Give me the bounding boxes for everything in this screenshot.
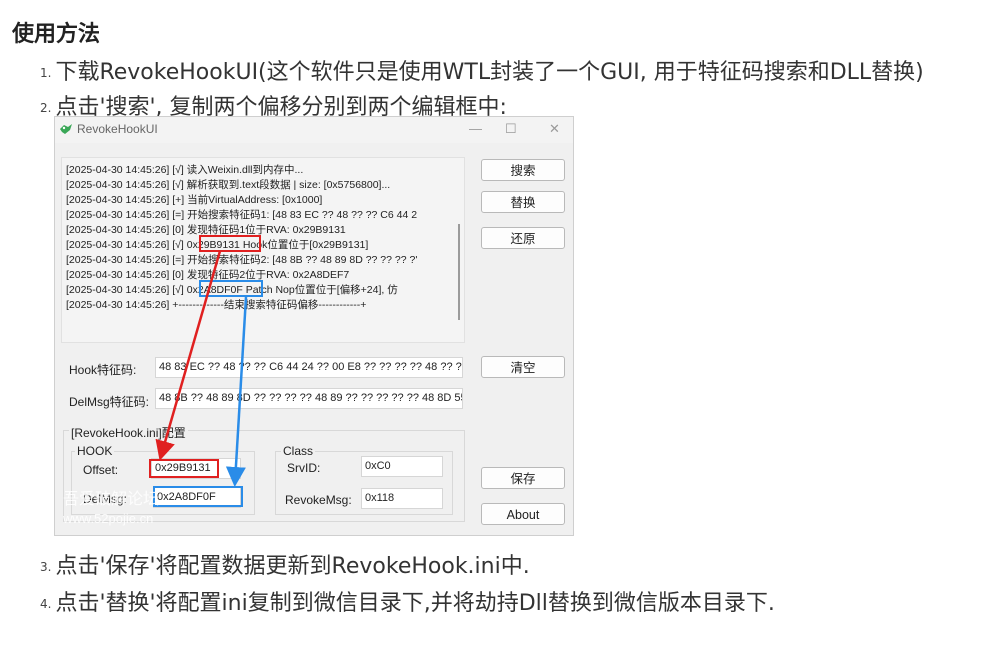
log-line: [2025-04-30 14:45:26] [=] 开始搜索特征码1: [48 … xyxy=(66,209,418,221)
class-group-title: Class xyxy=(281,444,316,458)
clear-button[interactable]: 清空 xyxy=(481,356,565,378)
srvid-label: SrvID: xyxy=(287,461,321,475)
log-line: [2025-04-30 14:45:26] [√] 解析获取到.text段数据 … xyxy=(66,179,391,191)
offset-label: Offset: xyxy=(83,463,119,477)
log-scrollbar[interactable] xyxy=(458,224,460,320)
step-number: 1. xyxy=(40,66,52,80)
hook-signature-label: Hook特征码: xyxy=(69,363,137,377)
section-title: 使用方法 xyxy=(12,22,101,47)
log-line: [2025-04-30 14:45:26] [=] 开始搜索特征码2: [48 … xyxy=(66,254,418,266)
maximize-icon[interactable]: ☐ xyxy=(505,121,517,137)
config-group-title: [RevokeHook.ini]配置 xyxy=(69,424,188,441)
step-text: 点击'保存'将配置数据更新到RevokeHook.ini中. xyxy=(55,554,530,579)
watermark-url: www.52pojie.cn xyxy=(63,511,154,526)
step-1: 1. 下载RevokeHookUI(这个软件只是使用WTL封装了一个GUI, 用于… xyxy=(40,54,924,86)
close-icon[interactable]: ✕ xyxy=(549,121,560,137)
minimize-icon[interactable]: — xyxy=(469,121,482,136)
app-logo-icon xyxy=(60,124,72,134)
window-titlebar[interactable]: RevokeHookUI — ☐ ✕ xyxy=(55,117,573,143)
offset-highlight-red xyxy=(149,459,219,478)
step-3: 3. 点击'保存'将配置数据更新到RevokeHook.ini中. xyxy=(40,548,530,580)
log-output[interactable]: [2025-04-30 14:45:26] [√] 读入Weixin.dll到内… xyxy=(61,157,465,343)
log-line: [2025-04-30 14:45:26] [√] 读入Weixin.dll到内… xyxy=(66,164,304,176)
restore-button[interactable]: 还原 xyxy=(481,227,565,249)
about-button[interactable]: About xyxy=(481,503,565,525)
delmsg-signature-label: DelMsg特征码: xyxy=(69,395,150,409)
step-number: 4. xyxy=(40,597,52,611)
log-line: [2025-04-30 14:45:26] [+] 当前VirtualAddre… xyxy=(66,194,323,206)
save-button[interactable]: 保存 xyxy=(481,467,565,489)
step-number: 2. xyxy=(40,101,52,115)
log-line: [2025-04-30 14:45:26] +-------------结束搜索… xyxy=(66,299,367,311)
delmsg-signature-input[interactable]: 48 8B ?? 48 89 8D ?? ?? ?? ?? 48 89 ?? ?… xyxy=(155,388,463,409)
watermark-text: 吾爱破解论坛 xyxy=(63,491,160,508)
hook-group-title: HOOK xyxy=(75,444,115,458)
step-text: 下载RevokeHookUI(这个软件只是使用WTL封装了一个GUI, 用于特征… xyxy=(55,60,924,85)
search-button[interactable]: 搜索 xyxy=(481,159,565,181)
revokemsg-label: RevokeMsg: xyxy=(285,493,352,507)
log-offset-highlight-blue xyxy=(199,280,263,297)
step-number: 3. xyxy=(40,560,52,574)
window-title: RevokeHookUI xyxy=(77,122,158,136)
log-offset-highlight-red xyxy=(199,235,261,252)
step-4: 4. 点击'替换'将配置ini复制到微信目录下,并将劫持Dll替换到微信版本目录下… xyxy=(40,585,775,617)
hook-signature-input[interactable]: 48 83 EC ?? 48 ?? ?? C6 44 24 ?? 00 E8 ?… xyxy=(155,357,463,378)
revokemsg-input[interactable]: 0x118 xyxy=(361,488,443,509)
step-text: 点击'替换'将配置ini复制到微信目录下,并将劫持Dll替换到微信版本目录下. xyxy=(55,591,775,616)
srvid-input[interactable]: 0xC0 xyxy=(361,456,443,477)
delmsg-highlight-blue xyxy=(153,486,243,507)
replace-button[interactable]: 替换 xyxy=(481,191,565,213)
revokehook-window: RevokeHookUI — ☐ ✕ [2025-04-30 14:45:26]… xyxy=(54,116,574,536)
